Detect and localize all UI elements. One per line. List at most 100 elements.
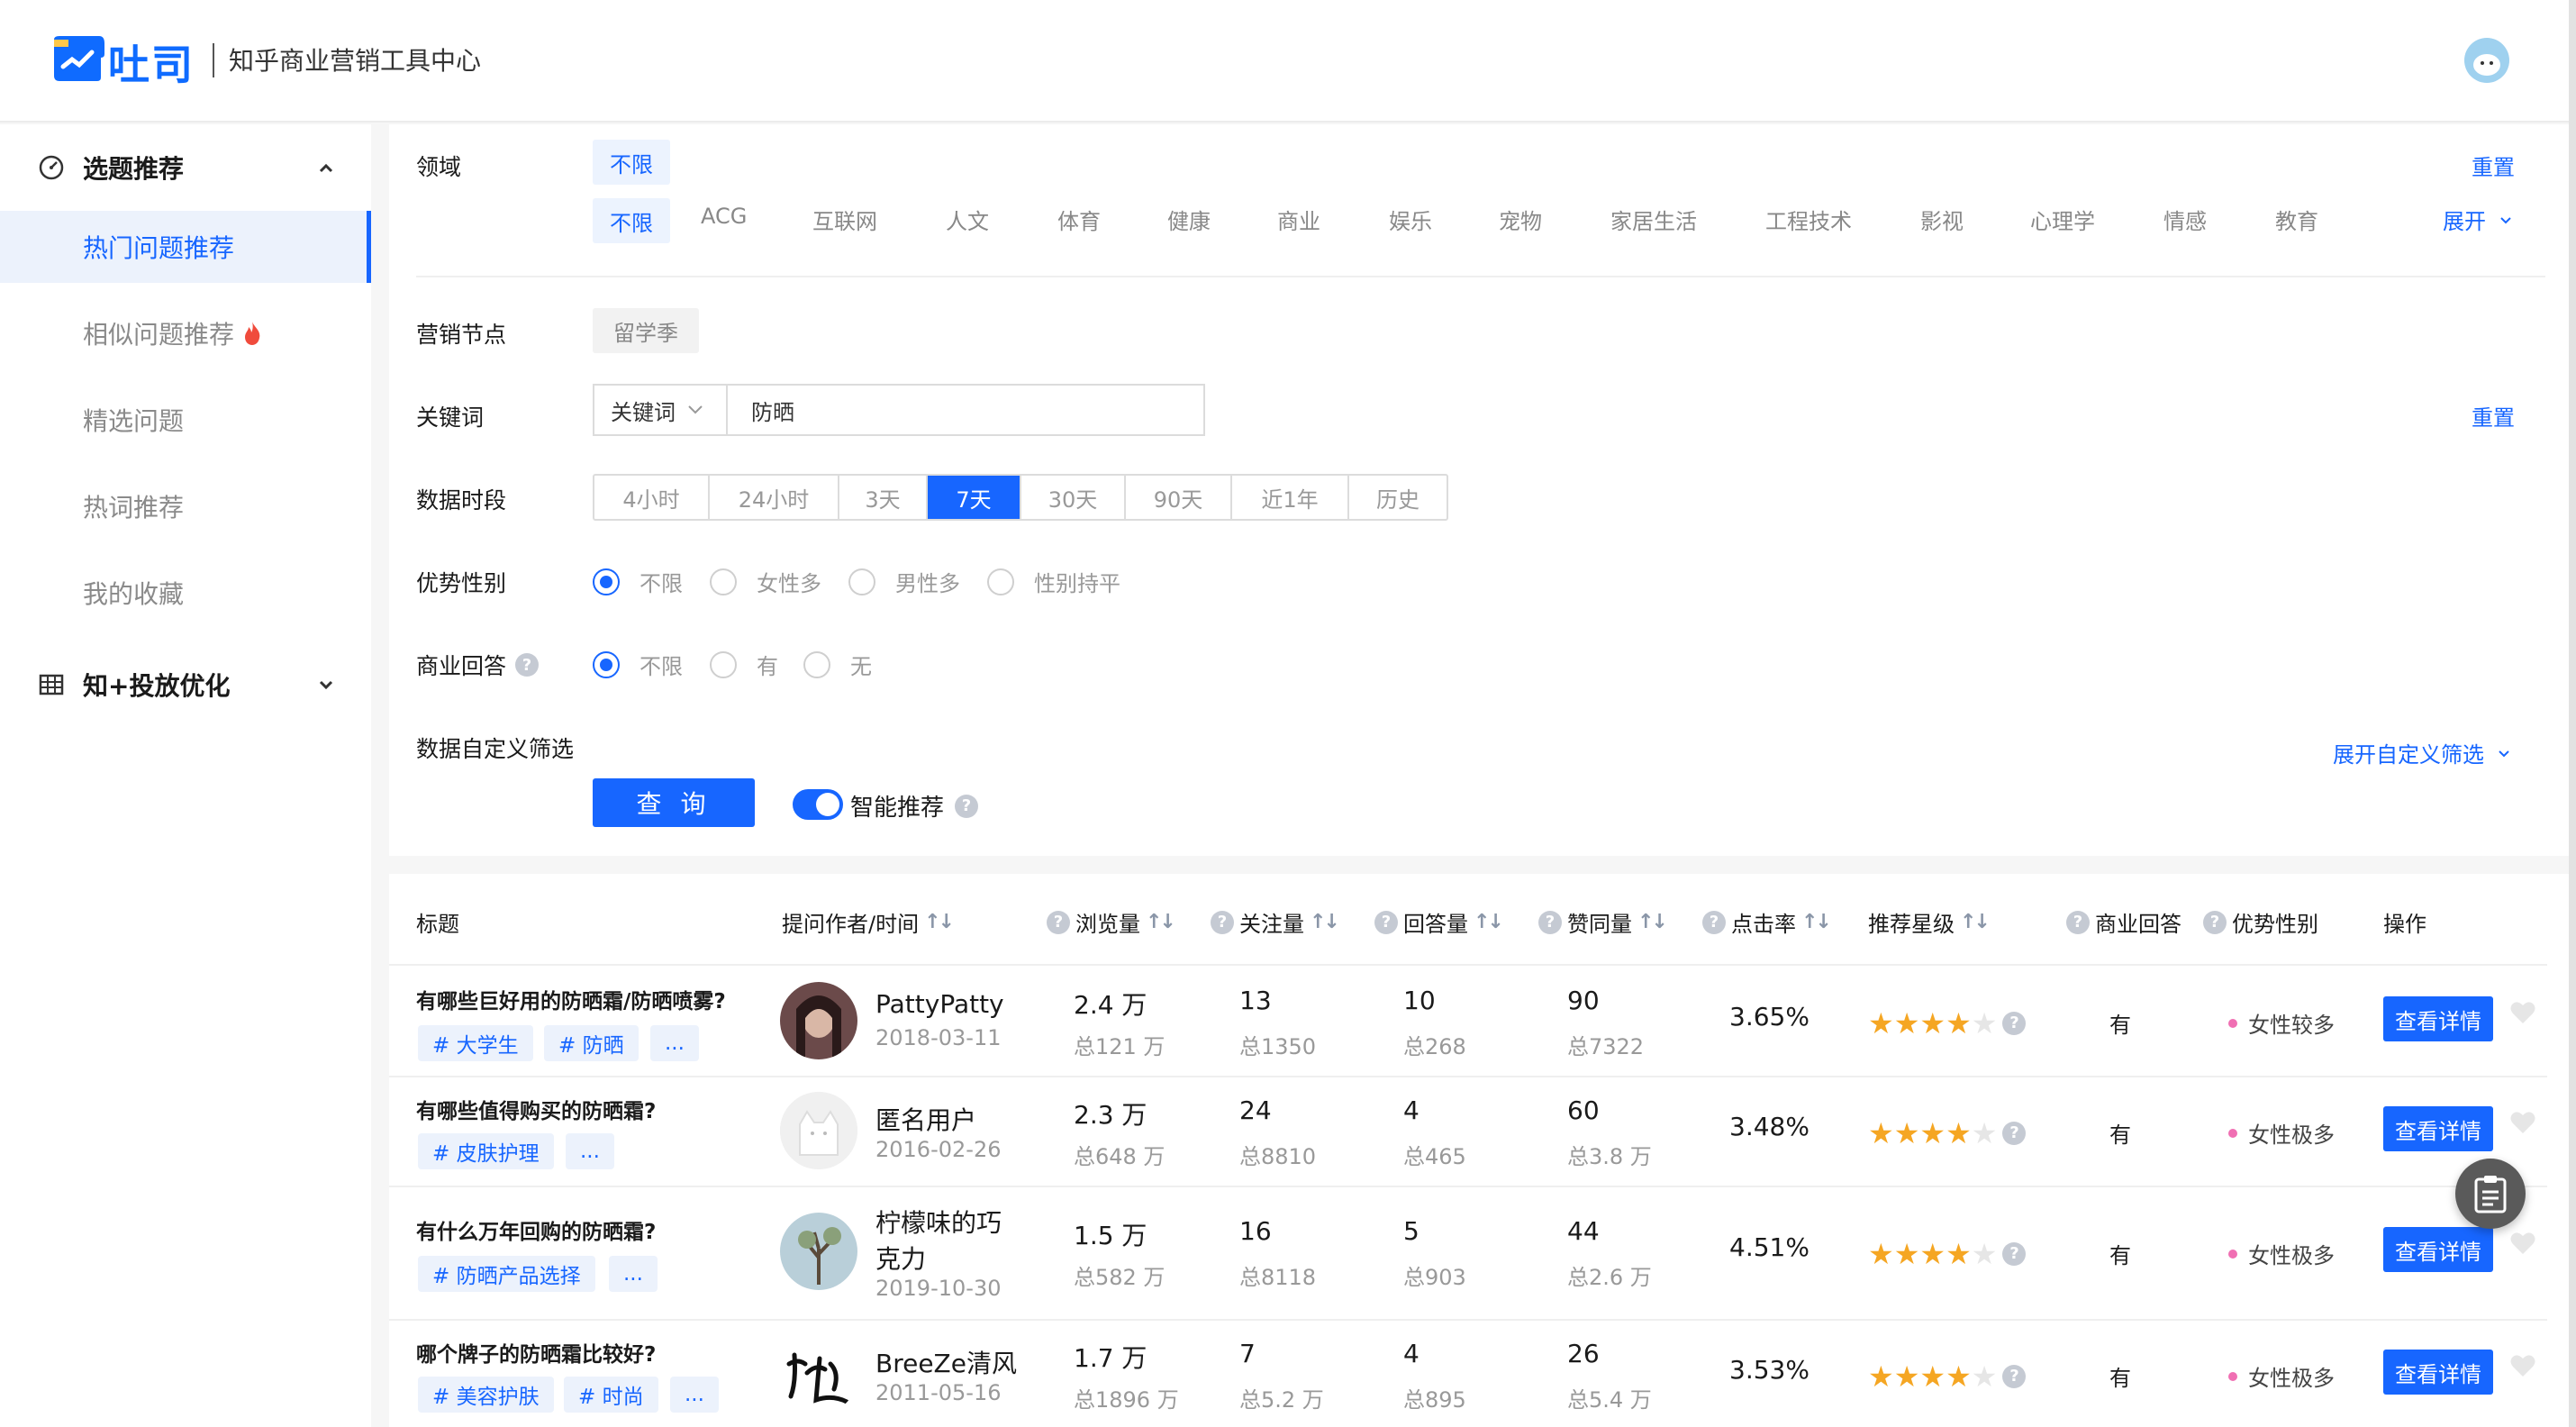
category-chip[interactable]: 不限 <box>593 198 670 243</box>
category-chip[interactable]: 工程技术 <box>1765 204 1852 235</box>
topic-tag[interactable]: # 美容护肤 <box>418 1377 554 1413</box>
sidebar-item-similar-questions[interactable]: 相似问题推荐 <box>0 297 371 369</box>
sidebar-group-topic[interactable]: 选题推荐 <box>0 124 371 211</box>
author-name[interactable]: PattyPatty <box>875 989 1004 1019</box>
col-header-views[interactable]: ? 浏览量 ↑↓ <box>1047 906 1176 938</box>
topic-tag[interactable]: # 皮肤护理 <box>418 1133 554 1169</box>
help-icon[interactable]: ? <box>2002 1365 2027 1388</box>
period-option[interactable]: 3天 <box>839 476 928 519</box>
query-button[interactable]: 查 询 <box>593 778 755 827</box>
more-tags[interactable]: ... <box>566 1133 614 1169</box>
more-tags[interactable]: ... <box>609 1256 658 1292</box>
author-avatar[interactable] <box>780 1337 857 1414</box>
user-avatar[interactable] <box>2464 38 2509 83</box>
category-chip[interactable]: 心理学 <box>2030 204 2095 235</box>
period-option[interactable]: 90天 <box>1126 476 1232 519</box>
commercial-radio-yes[interactable]: 有 <box>710 649 778 680</box>
topic-tag[interactable]: # 防晒 <box>544 1025 639 1061</box>
sidebar-item-hot-words[interactable]: 热词推荐 <box>0 470 371 542</box>
category-chip[interactable]: 影视 <box>1920 204 1964 235</box>
sidebar-group-zhiplus[interactable]: 知+投放优化 <box>0 641 371 728</box>
sort-icon[interactable]: ↑↓ <box>1310 911 1340 933</box>
gender-radio-male[interactable]: 男性多 <box>848 566 960 597</box>
period-option[interactable]: 历史 <box>1349 476 1447 519</box>
help-icon[interactable]: ? <box>2002 1242 2027 1266</box>
help-icon[interactable]: ? <box>1047 910 1070 934</box>
col-header-ctr[interactable]: ? 点击率 ↑↓ <box>1702 906 1832 938</box>
logo-text[interactable]: 吐司 <box>108 32 195 92</box>
keyword-reset-link[interactable]: 重置 <box>2472 400 2515 432</box>
domain-reset-link[interactable]: 重置 <box>2472 150 2515 181</box>
keyword-type-select[interactable]: 关键词 <box>593 384 728 436</box>
category-chip[interactable]: 互联网 <box>812 204 877 235</box>
gender-radio-even[interactable]: 性别持平 <box>987 566 1120 597</box>
help-icon[interactable]: ? <box>2002 1012 2027 1035</box>
domain-expand-link[interactable]: 展开 <box>2443 204 2513 235</box>
more-tags[interactable]: ... <box>670 1377 719 1413</box>
gender-radio-female[interactable]: 女性多 <box>710 566 821 597</box>
view-details-button[interactable]: 查看详情 <box>2383 1106 2493 1151</box>
expand-custom-filter-link[interactable]: 展开自定义筛选 <box>2333 737 2511 768</box>
toast-logo-icon[interactable] <box>50 34 106 83</box>
category-chip[interactable]: 宠物 <box>1499 204 1542 235</box>
sort-icon[interactable]: ↑↓ <box>1960 911 1991 933</box>
col-header-answers[interactable]: ? 回答量 ↑↓ <box>1374 906 1504 938</box>
view-details-button[interactable]: 查看详情 <box>2383 1227 2493 1272</box>
topic-tag[interactable]: # 时尚 <box>564 1377 658 1413</box>
help-icon[interactable]: ? <box>2066 910 2090 934</box>
category-chip[interactable]: 商业 <box>1277 204 1320 235</box>
col-header-author[interactable]: 提问作者/时间 ↑↓ <box>782 906 955 938</box>
heart-icon[interactable] <box>2509 1000 2536 1025</box>
author-name[interactable]: 匿名用户 <box>875 1101 976 1137</box>
sort-icon[interactable]: ↑↓ <box>1474 911 1504 933</box>
scrollbar[interactable] <box>2569 0 2576 1427</box>
period-option[interactable]: 30天 <box>1021 476 1126 519</box>
col-header-likes[interactable]: ? 赞同量 ↑↓ <box>1538 906 1668 938</box>
heart-icon[interactable] <box>2509 1231 2536 1256</box>
question-title[interactable]: 有什么万年回购的防晒霜? <box>416 1214 656 1245</box>
commercial-radio-no[interactable]: 无 <box>803 649 872 680</box>
help-icon[interactable]: ? <box>2203 910 2227 934</box>
period-option[interactable]: 4小时 <box>594 476 710 519</box>
domain-selected-chip[interactable]: 不限 <box>593 140 670 185</box>
col-header-follows[interactable]: ? 关注量 ↑↓ <box>1211 906 1340 938</box>
category-chip[interactable]: 娱乐 <box>1389 204 1432 235</box>
more-tags[interactable]: ... <box>650 1025 699 1061</box>
commercial-radio-any[interactable]: 不限 <box>593 649 683 680</box>
author-avatar[interactable] <box>780 982 857 1059</box>
question-title[interactable]: 哪个牌子的防晒霜比较好? <box>416 1337 656 1368</box>
sidebar-item-hot-questions[interactable]: 热门问题推荐 <box>0 211 371 283</box>
topic-tag[interactable]: # 大学生 <box>418 1025 533 1061</box>
category-chip[interactable]: 教育 <box>2275 204 2318 235</box>
period-option[interactable]: 近1年 <box>1232 476 1349 519</box>
author-name-line2[interactable]: 克力 <box>875 1240 926 1276</box>
category-chip[interactable]: 健康 <box>1167 204 1211 235</box>
author-name-line1[interactable]: 柠檬味的巧 <box>875 1204 1002 1240</box>
category-chip[interactable]: 家居生活 <box>1610 204 1697 235</box>
sort-icon[interactable]: ↑↓ <box>1801 911 1832 933</box>
author-avatar[interactable] <box>780 1213 857 1290</box>
help-icon[interactable]: ? <box>1538 910 1562 934</box>
marketing-chip[interactable]: 留学季 <box>593 308 699 353</box>
sort-icon[interactable]: ↑↓ <box>1637 911 1668 933</box>
gender-radio-any[interactable]: 不限 <box>593 566 683 597</box>
heart-icon[interactable] <box>2509 1353 2536 1378</box>
category-chip[interactable]: 人文 <box>946 204 989 235</box>
help-icon[interactable]: ? <box>1702 910 1726 934</box>
topic-tag[interactable]: # 防晒产品选择 <box>418 1256 595 1292</box>
col-header-rating[interactable]: 推荐星级 ↑↓ <box>1868 906 1991 938</box>
category-chip[interactable]: ACG <box>701 204 747 229</box>
help-icon[interactable]: ? <box>2002 1122 2027 1145</box>
sidebar-item-featured-questions[interactable]: 精选问题 <box>0 384 371 456</box>
help-icon[interactable]: ? <box>515 653 540 677</box>
view-details-button[interactable]: 查看详情 <box>2383 996 2493 1041</box>
question-title[interactable]: 有哪些值得购买的防晒霜? <box>416 1094 656 1124</box>
sort-icon[interactable]: ↑↓ <box>1146 911 1176 933</box>
period-option[interactable]: 24小时 <box>710 476 839 519</box>
author-name[interactable]: BreeZe清风 <box>875 1344 1017 1380</box>
view-details-button[interactable]: 查看详情 <box>2383 1350 2493 1395</box>
keyword-input[interactable]: 防晒 <box>726 384 1205 436</box>
sort-icon[interactable]: ↑↓ <box>924 911 955 933</box>
author-avatar[interactable] <box>780 1092 857 1169</box>
category-chip[interactable]: 体育 <box>1057 204 1101 235</box>
